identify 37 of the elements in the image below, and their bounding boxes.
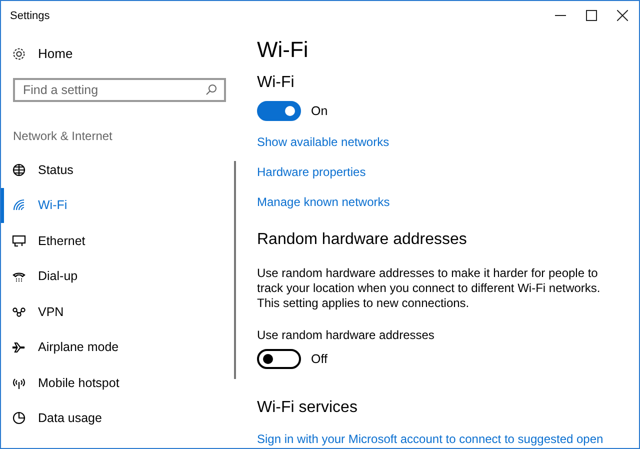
toggle-state-label: On — [311, 104, 328, 118]
search-field[interactable]: Find a setting — [13, 78, 226, 102]
toggle-switch[interactable] — [257, 349, 301, 369]
close-icon[interactable] — [617, 10, 628, 21]
vpn-icon — [12, 304, 26, 319]
toggle-switch[interactable] — [257, 101, 301, 121]
scrollbar[interactable] — [234, 161, 236, 379]
home-item[interactable]: Home — [1, 30, 236, 62]
section-heading: Wi-Fi services — [257, 399, 358, 417]
nav-item[interactable]: Airplane mode — [1, 330, 236, 365]
monitor-icon — [12, 234, 26, 248]
settings-link[interactable]: Hardware properties — [257, 165, 639, 181]
page-title: Wi-Fi — [257, 36, 310, 64]
setting-label: Use random hardware addresses — [257, 328, 436, 342]
window-title: Settings — [10, 10, 50, 22]
airplane-icon — [12, 340, 26, 354]
nav-item[interactable]: Dial-up — [1, 258, 236, 294]
nav-item[interactable]: Status — [1, 152, 236, 188]
settings-link[interactable]: Manage known networks — [257, 195, 639, 211]
globe-icon — [12, 162, 26, 177]
pie-chart-icon — [12, 411, 26, 426]
nav-item[interactable]: Mobile hotspot — [1, 365, 236, 400]
toggle-state-label: Off — [311, 352, 328, 366]
gear-icon — [12, 46, 26, 60]
antenna-icon — [12, 376, 26, 390]
nav-item[interactable]: Ethernet — [1, 223, 236, 258]
nav-item[interactable]: Data usage — [1, 400, 236, 436]
settings-link[interactable]: Show available networks — [257, 135, 639, 151]
section-heading: Random hardware addresses — [257, 231, 468, 250]
description-text: Use random hardware addresses to make it harder for people to track your location when you connect to different Wi-Fi networks. This setting applies to new connections. — [257, 266, 602, 311]
section-label: Network & Internet — [12, 128, 114, 144]
section-heading: Wi-Fi — [257, 73, 296, 93]
search-icon — [206, 84, 217, 95]
nav-item[interactable]: VPN — [1, 294, 236, 330]
sign-in-link[interactable]: Sign in with your Microsoft account to connect to suggested open — [257, 432, 639, 448]
maximize-icon[interactable] — [586, 10, 597, 21]
wifi-icon — [12, 198, 26, 212]
